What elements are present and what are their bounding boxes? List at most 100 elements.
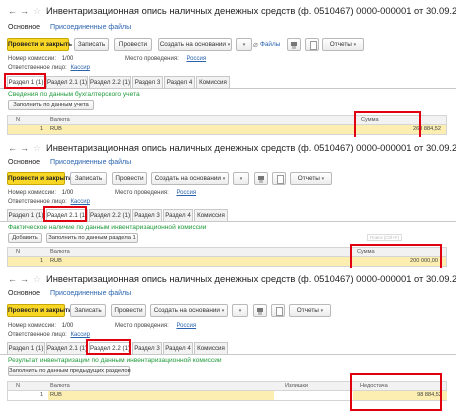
col-n: N <box>16 383 21 389</box>
row-n: 1 <box>40 126 44 132</box>
commission-field: Номер комиссии: 1/00 <box>8 323 73 329</box>
back-arrow-icon[interactable]: ← <box>8 6 17 16</box>
place-value[interactable]: Россия <box>186 56 206 62</box>
responsible-value[interactable]: Кассир <box>70 332 90 338</box>
reports-button[interactable]: Отчеты ▾ <box>289 304 331 317</box>
tab-commission[interactable]: Комиссия <box>196 76 230 88</box>
tab-commission[interactable]: Комиссия <box>194 342 228 354</box>
tab-section-2-1[interactable]: Раздел 2.1 (1) <box>46 342 88 354</box>
row-currency[interactable]: RUB <box>50 257 62 266</box>
create-based-on-button[interactable]: Создать на основании ▾ <box>158 38 232 51</box>
link-attached-files[interactable]: Присоединенные файлы <box>50 24 131 31</box>
highlight-shortage <box>350 373 442 411</box>
commission-value[interactable]: 1/00 <box>62 56 74 62</box>
create-based-on-button[interactable]: Создать на основании ▾ <box>151 172 229 185</box>
col-surplus: Излишки <box>285 383 308 389</box>
print-icon[interactable] <box>287 38 301 51</box>
tab-section-3[interactable]: Раздел 3 <box>132 209 162 221</box>
responsible-label: Ответственное лицо: <box>8 332 67 338</box>
forward-arrow-icon[interactable]: → <box>20 143 29 153</box>
dropdown-arrow-icon: ▾ <box>239 176 243 182</box>
tab-section-2-2[interactable]: Раздел 2.2 (1) <box>89 76 131 88</box>
responsible-field: Ответственное лицо: Кассир <box>8 65 90 71</box>
reports-button[interactable]: Отчеты ▾ <box>322 38 364 51</box>
document-icon[interactable] <box>271 304 285 317</box>
dropdown-arrow-icon: ▾ <box>353 42 357 48</box>
command-bar: Провести и закрыть Записать Провести Соз… <box>0 38 456 52</box>
tab-section-1[interactable]: Раздел 1 (1) <box>7 342 45 354</box>
command-bar: Провести и закрыть Записать Провести Соз… <box>0 304 456 318</box>
form-links: Основное Присоединенные файлы <box>8 290 131 297</box>
reports-button[interactable]: Отчеты ▾ <box>290 172 332 185</box>
title-bar: ← → ☆ Инвентаризационная опись наличных … <box>0 268 456 292</box>
highlight-tab-section-1 <box>4 73 46 89</box>
place-field: Место проведения: Россия <box>115 323 196 329</box>
document-icon[interactable] <box>305 38 319 51</box>
paperclip-dropdown-button[interactable]: ▾ <box>233 172 249 185</box>
post-and-close-button[interactable]: Провести и закрыть <box>7 172 72 185</box>
tab-commission[interactable]: Комиссия <box>194 209 228 221</box>
form-links: Основное Присоединенные файлы <box>8 159 131 166</box>
files-link[interactable]: Файлы <box>260 38 280 51</box>
search-input[interactable]: Поиск (Ctrl+F) <box>367 234 403 241</box>
link-main[interactable]: Основное <box>8 24 40 31</box>
link-attached-files[interactable]: Присоединенные файлы <box>50 159 131 166</box>
commission-label: Номер комиссии: <box>8 190 57 196</box>
place-field: Место проведения: Россия <box>125 56 206 62</box>
create-based-on-button[interactable]: Создать на основании ▾ <box>150 304 228 317</box>
post-and-close-button[interactable]: Провести и закрыть <box>7 304 72 317</box>
fill-by-section-1-button[interactable]: Заполнить по данным раздела 1 <box>46 233 138 243</box>
link-main[interactable]: Основное <box>8 159 40 166</box>
responsible-value[interactable]: Кассир <box>70 199 90 205</box>
tab-section-4[interactable]: Раздел 4 <box>163 209 193 221</box>
post-button[interactable]: Провести <box>114 38 152 51</box>
post-and-close-button[interactable]: Провести и закрыть <box>7 38 72 51</box>
commission-value[interactable]: 1/00 <box>62 190 74 196</box>
forward-arrow-icon[interactable]: → <box>20 6 29 16</box>
tab-section-3[interactable]: Раздел 3 <box>132 342 162 354</box>
window-title: Инвентаризационная опись наличных денежн… <box>46 273 456 284</box>
window-title: Инвентаризационная опись наличных денежн… <box>46 5 456 16</box>
document-window-section-2-1: ← → ☆ Инвентаризационная опись наличных … <box>0 137 456 272</box>
document-icon[interactable] <box>272 172 286 185</box>
row-currency[interactable]: RUB <box>50 125 62 134</box>
print-icon[interactable] <box>254 172 268 185</box>
commission-field: Номер комиссии: 1/00 <box>8 56 73 62</box>
dropdown-arrow-icon: ▾ <box>242 42 246 48</box>
tab-section-4[interactable]: Раздел 4 <box>164 76 195 88</box>
row-surplus[interactable] <box>278 391 352 400</box>
place-value[interactable]: Россия <box>176 323 196 329</box>
place-value[interactable]: Россия <box>176 190 196 196</box>
post-button[interactable]: Провести <box>112 172 147 185</box>
link-main[interactable]: Основное <box>8 290 40 297</box>
back-arrow-icon[interactable]: ← <box>8 274 17 284</box>
favorite-star-icon[interactable]: ☆ <box>33 6 41 16</box>
paperclip-dropdown-button[interactable]: ▾ <box>232 304 248 317</box>
paperclip-dropdown-button[interactable]: ▾ <box>236 38 252 51</box>
favorite-star-icon[interactable]: ☆ <box>33 143 41 153</box>
responsible-value[interactable]: Кассир <box>70 65 90 71</box>
back-arrow-icon[interactable]: ← <box>8 143 17 153</box>
tab-section-4[interactable]: Раздел 4 <box>163 342 193 354</box>
create-based-on-label: Создать на основании <box>154 175 221 182</box>
row-currency[interactable]: RUB <box>48 391 274 400</box>
row-n: 1 <box>40 392 44 398</box>
save-button[interactable]: Записать <box>70 172 107 185</box>
forward-arrow-icon[interactable]: → <box>20 274 29 284</box>
highlight-tab-section-2-1 <box>43 206 87 222</box>
tab-section-3[interactable]: Раздел 3 <box>132 76 163 88</box>
save-button[interactable]: Записать <box>70 304 106 317</box>
favorite-star-icon[interactable]: ☆ <box>33 274 41 284</box>
post-button[interactable]: Провести <box>111 304 146 317</box>
tab-section-2-1[interactable]: Раздел 2.1 (1) <box>46 76 88 88</box>
col-currency: Валюта <box>50 117 70 123</box>
print-icon[interactable] <box>253 304 267 317</box>
save-button[interactable]: Записать <box>74 38 109 51</box>
link-attached-files[interactable]: Присоединенные файлы <box>50 290 131 297</box>
fill-by-accounting-button[interactable]: Заполнить по данным учета <box>8 100 94 110</box>
commission-value[interactable]: 1/00 <box>62 323 74 329</box>
add-button[interactable]: Добавить <box>8 233 42 243</box>
tab-section-1[interactable]: Раздел 1 (1) <box>7 209 45 221</box>
tab-section-2-2[interactable]: Раздел 2.2 (1) <box>89 209 131 221</box>
fill-by-previous-sections-button[interactable]: Заполнить по данным предыдущих разделов <box>8 366 131 376</box>
